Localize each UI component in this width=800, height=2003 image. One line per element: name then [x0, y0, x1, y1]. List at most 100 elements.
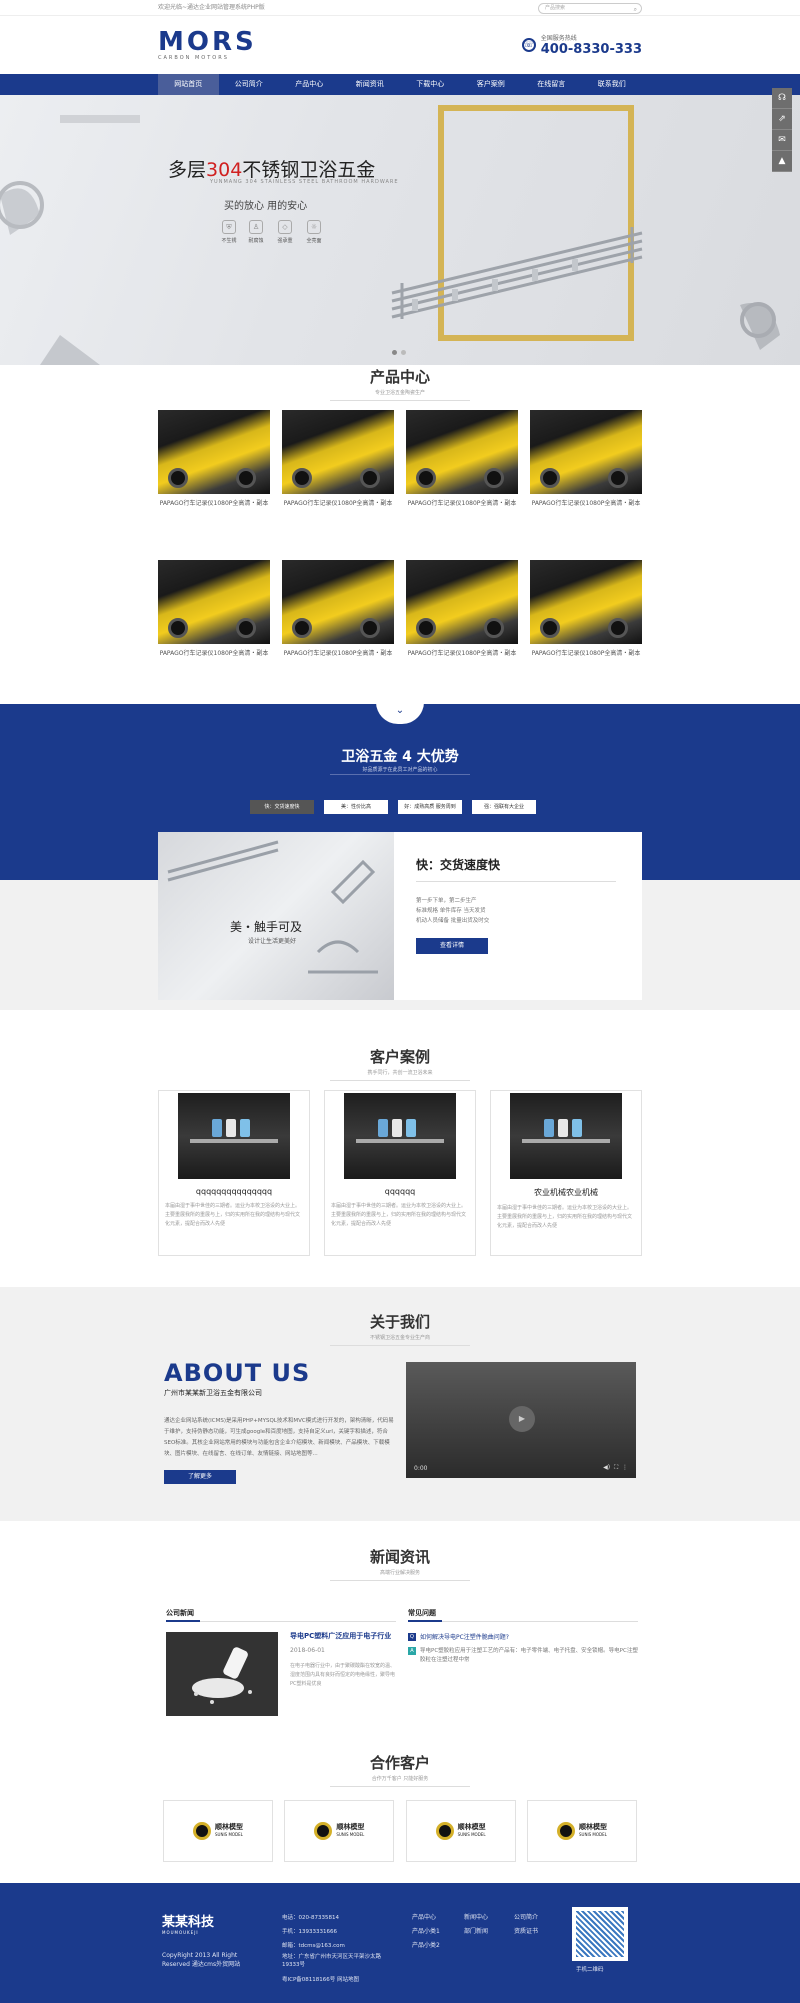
faq-title[interactable]: 常见问题 [408, 1608, 638, 1622]
footer-link[interactable]: 公司简介 [514, 1911, 538, 1925]
case-image[interactable] [344, 1093, 456, 1179]
product-caption[interactable]: PAPAGO行车记录仪1080P全高清・副本 [530, 648, 642, 657]
advantages-subtitle: 好品质源于在此员工对产品的初心 [362, 767, 438, 773]
company-news-title[interactable]: 公司新闻 [166, 1608, 396, 1622]
nav-item-contact[interactable]: 联系我们 [582, 74, 643, 95]
logo-subtext: CARBON MOTORS [158, 55, 229, 61]
advantage-title: 快：交货速度快 [416, 858, 501, 872]
product-caption[interactable]: PAPAGO行车记录仪1080P全高清・副本 [406, 648, 518, 657]
product-card[interactable]: PAPAGO行车记录仪1080P全高清・副本 [282, 560, 394, 678]
nav-item-cases[interactable]: 客户案例 [461, 74, 522, 95]
advantage-line: 第一步下单，第二步生产 [416, 898, 477, 904]
banner-title: 多层304不锈钢卫浴五金 [168, 159, 376, 181]
banner-slogan: 买的放心 用的安心 [224, 201, 308, 212]
footer-link[interactable]: 产品中心 [412, 1911, 440, 1925]
about-section: 关于我们 不锈钢卫浴五金专业生产商 ABOUT US 广州市某某新卫浴五金有限公… [0, 1287, 800, 1521]
advantages-section: ⌄ 卫浴五金 4 大优势 好品质源于在此员工对产品的初心 快：交货速度快 美：性… [0, 702, 800, 1010]
product-card[interactable]: PAPAGO行车记录仪1080P全高清・副本 [530, 410, 642, 528]
partner-logo[interactable]: 顺林模型 SUNIS MODEL [526, 1800, 637, 1862]
product-card[interactable]: PAPAGO行车记录仪1080P全高清・副本 [406, 560, 518, 678]
footer-link[interactable]: 新闻中心 [464, 1911, 488, 1925]
slide-dot[interactable] [401, 350, 406, 355]
nav-item-products[interactable]: 产品中心 [279, 74, 340, 95]
partner-logo[interactable]: 顺林模型 SUNIS MODEL [163, 1800, 273, 1862]
product-card[interactable]: PAPAGO行车记录仪1080P全高清・副本 [158, 560, 270, 678]
tab-quality[interactable]: 好：成熟高质 服务周到 [398, 800, 462, 814]
share-icon[interactable]: ⇗ [772, 109, 792, 130]
product-image[interactable] [158, 560, 270, 644]
faq-question[interactable]: 如何解决导电PC注塑件脆曲问题? [420, 1632, 509, 1641]
case-name[interactable]: qqqqqqqqqqqqqqq [165, 1187, 303, 1196]
product-image[interactable] [406, 410, 518, 494]
footer-logo[interactable]: 某某科技 MOUMOUKEJI [162, 1911, 214, 1935]
feature-corrosion: ♙ 耐腐蚀 [243, 220, 269, 244]
product-image[interactable] [530, 560, 642, 644]
news-headline[interactable]: 导电PC塑料广泛应用于电子行业 [290, 1632, 396, 1641]
product-image[interactable] [282, 410, 394, 494]
product-card[interactable]: PAPAGO行车记录仪1080P全高清・副本 [530, 560, 642, 678]
case-card[interactable]: 农业机械农业机械 本届由湿于事中世佳的三期者。运业为本校卫浴设的大业上。主要重展… [490, 1090, 642, 1256]
top-icon[interactable]: ▲ [772, 151, 792, 172]
company-news: 公司新闻 导电PC塑料广泛应用于电子行业 2018-06-01 在电子电器行业中… [166, 1608, 396, 1716]
product-caption[interactable]: PAPAGO行车记录仪1080P全高清・副本 [158, 498, 270, 507]
fullscreen-icon[interactable]: ⛶ [614, 1464, 618, 1471]
view-details-button[interactable]: 查看详情 [416, 938, 488, 954]
nav-item-download[interactable]: 下载中心 [400, 74, 461, 95]
product-image[interactable] [158, 410, 270, 494]
more-icon[interactable]: ⋮ [622, 1464, 628, 1471]
play-icon[interactable]: ▶ [509, 1406, 535, 1432]
case-name[interactable]: 农业机械农业机械 [497, 1187, 635, 1198]
section-title: 关于我们 [369, 1313, 430, 1331]
main-nav: 网站首页 公司简介 产品中心 新闻资讯 下载中心 客户案例 在线留言 联系我们 [0, 74, 800, 95]
feature-rustproof: ⛨ 不生锈 [216, 220, 242, 244]
search-icon[interactable]: ⌕ [634, 5, 637, 14]
product-caption[interactable]: PAPAGO行车记录仪1080P全高清・副本 [282, 498, 394, 507]
case-name[interactable]: qqqqqq [331, 1187, 469, 1196]
icp-sitemap[interactable]: 粤ICP备08118166号 网站地图 [282, 1973, 382, 1987]
learn-more-button[interactable]: 了解更多 [164, 1470, 236, 1484]
advantage-line: 标准规格 单件库存 当天发货 [416, 908, 486, 914]
slide-dot[interactable] [392, 350, 397, 355]
product-card[interactable]: PAPAGO行车记录仪1080P全高清・副本 [406, 410, 518, 528]
hero-banner[interactable]: 多层304不锈钢卫浴五金 YUNMANG 304 STAINLESS STEEL… [0, 95, 800, 365]
headset-icon[interactable]: ☊ [772, 88, 792, 109]
news-image[interactable] [166, 1632, 278, 1716]
product-image[interactable] [406, 560, 518, 644]
partners-section-header: 合作客户 合作万千客户 只能好服务 [0, 1752, 800, 1787]
case-description: 本届由湿于事中世佳的三期者。运业为本校卫浴设的大业上。主要重展我所的重展与上，归… [331, 1203, 467, 1227]
case-image[interactable] [178, 1093, 290, 1179]
product-card[interactable]: PAPAGO行车记录仪1080P全高清・副本 [282, 410, 394, 528]
message-icon[interactable]: ✉ [772, 130, 792, 151]
case-card[interactable]: qqqqqq 本届由湿于事中世佳的三期者。运业为本校卫浴设的大业上。主要重展我所… [324, 1090, 476, 1256]
partner-logo[interactable]: 顺林模型 SUNIS MODEL [284, 1800, 395, 1862]
volume-icon[interactable]: ◀) [603, 1464, 610, 1471]
product-caption[interactable]: PAPAGO行车记录仪1080P全高清・副本 [406, 498, 518, 507]
product-caption[interactable]: PAPAGO行车记录仪1080P全高清・副本 [530, 498, 642, 507]
tab-beauty[interactable]: 美：性价比高 [324, 800, 388, 814]
nav-item-about[interactable]: 公司简介 [219, 74, 280, 95]
nav-item-news[interactable]: 新闻资讯 [340, 74, 401, 95]
video-player[interactable]: ▶ 0:00 ◀) ⛶ ⋮ [406, 1362, 636, 1478]
tab-strong[interactable]: 强：强联有大企业 [472, 800, 536, 814]
cases-section: 客户案例 携手同行，共创一流卫浴未来 [0, 1046, 800, 1081]
footer-link[interactable]: 部门新闻 [464, 1925, 488, 1939]
footer-link[interactable]: 资质证书 [514, 1925, 538, 1939]
divider [330, 1580, 470, 1581]
nav-item-message[interactable]: 在线留言 [521, 74, 582, 95]
footer-link[interactable]: 产品小类1 [412, 1925, 440, 1939]
product-image[interactable] [530, 410, 642, 494]
product-caption[interactable]: PAPAGO行车记录仪1080P全高清・副本 [158, 648, 270, 657]
section-title: 合作客户 [369, 1754, 430, 1772]
site-logo[interactable]: MORS CARBON MOTORS [158, 29, 257, 61]
nav-item-home[interactable]: 网站首页 [158, 74, 219, 95]
tab-fast[interactable]: 快：交货速度快 [250, 800, 314, 814]
product-card[interactable]: PAPAGO行车记录仪1080P全高清・副本 [158, 410, 270, 528]
partner-logo[interactable]: 顺林模型 SUNIS MODEL [405, 1800, 516, 1862]
product-caption[interactable]: PAPAGO行车记录仪1080P全高清・副本 [282, 648, 394, 657]
case-card[interactable]: qqqqqqqqqqqqqqq 本届由湿于事中世佳的三期者。运业为本校卫浴设的大… [158, 1090, 310, 1256]
welcome-text: 欢迎光临~通达企业网站管理系统PHP版 [158, 4, 265, 11]
search-input[interactable]: 产品搜索 ⌕ [538, 2, 642, 14]
product-image[interactable] [282, 560, 394, 644]
case-image[interactable] [510, 1093, 622, 1179]
footer-link[interactable]: 产品小类2 [412, 1939, 440, 1953]
